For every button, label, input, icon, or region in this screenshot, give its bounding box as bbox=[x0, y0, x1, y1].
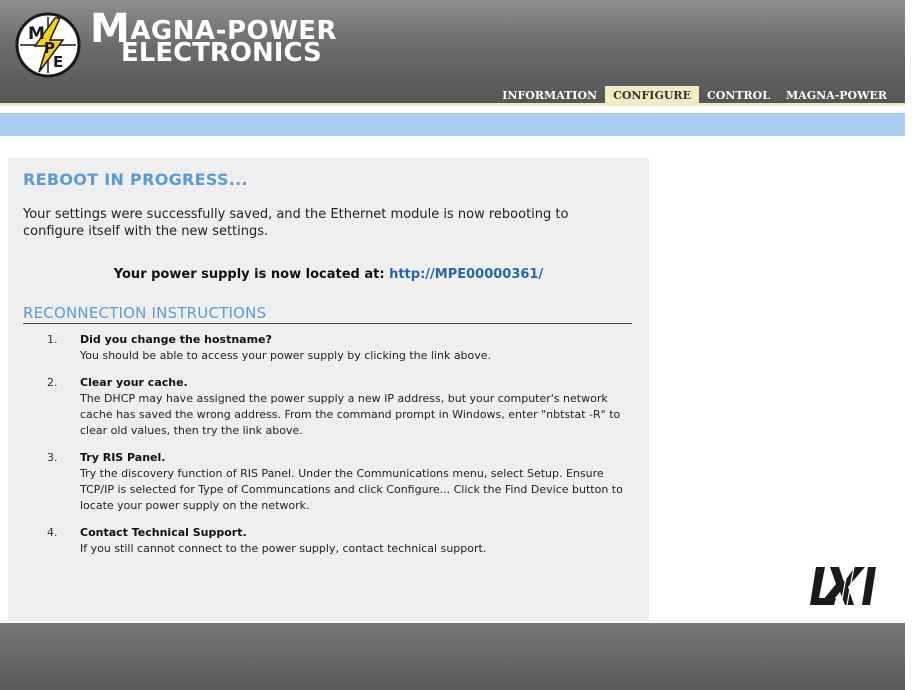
header-divider bbox=[0, 103, 905, 106]
step-item: 1. Did you change the hostname? You shou… bbox=[23, 332, 633, 364]
logo-letter-m: M bbox=[28, 24, 45, 44]
magna-power-logo-icon[interactable]: M P E bbox=[15, 12, 81, 78]
header: M P E MAGNA-POWER ELECTRONICS INFORMATIO… bbox=[0, 0, 905, 106]
step-item: 2. Clear your cache. The DHCP may have a… bbox=[23, 375, 633, 439]
sub-navigation-bar bbox=[0, 113, 905, 136]
step-title: Did you change the hostname? bbox=[80, 333, 272, 346]
page-title: REBOOT IN PROGRESS... bbox=[23, 170, 248, 189]
step-number: 1. bbox=[47, 333, 58, 346]
step-item: 4. Contact Technical Support. If you sti… bbox=[23, 525, 633, 557]
brand-line-2: ELECTRONICS bbox=[121, 38, 322, 68]
power-supply-link[interactable]: http://MPE00000361/ bbox=[389, 267, 543, 282]
step-title: Try RIS Panel. bbox=[80, 451, 166, 464]
reconnection-heading: RECONNECTION INSTRUCTIONS bbox=[23, 304, 632, 324]
brand-wordmark: MAGNA-POWER ELECTRONICS bbox=[90, 9, 337, 68]
step-body: The DHCP may have assigned the power sup… bbox=[80, 392, 621, 437]
step-number: 2. bbox=[47, 376, 58, 389]
main-content: REBOOT IN PROGRESS... Your settings were… bbox=[8, 158, 649, 622]
reconnection-steps: 1. Did you change the hostname? You shou… bbox=[23, 332, 633, 568]
lxi-logo-icon bbox=[810, 566, 876, 606]
location-line: Your power supply is now located at: htt… bbox=[8, 267, 649, 282]
step-item: 3. Try RIS Panel. Try the discovery func… bbox=[23, 450, 633, 514]
step-number: 3. bbox=[47, 451, 58, 464]
intro-text: Your settings were successfully saved, a… bbox=[23, 207, 569, 239]
step-title: Clear your cache. bbox=[80, 376, 188, 389]
step-title: Contact Technical Support. bbox=[80, 526, 247, 539]
step-body: Try the discovery function of RIS Panel.… bbox=[80, 467, 623, 512]
step-number: 4. bbox=[47, 526, 58, 539]
step-body: You should be able to access your power … bbox=[80, 349, 492, 362]
footer bbox=[0, 623, 905, 690]
location-label: Your power supply is now located at: bbox=[113, 267, 385, 282]
logo-letter-e: E bbox=[53, 53, 63, 71]
step-body: If you still cannot connect to the power… bbox=[80, 542, 487, 555]
